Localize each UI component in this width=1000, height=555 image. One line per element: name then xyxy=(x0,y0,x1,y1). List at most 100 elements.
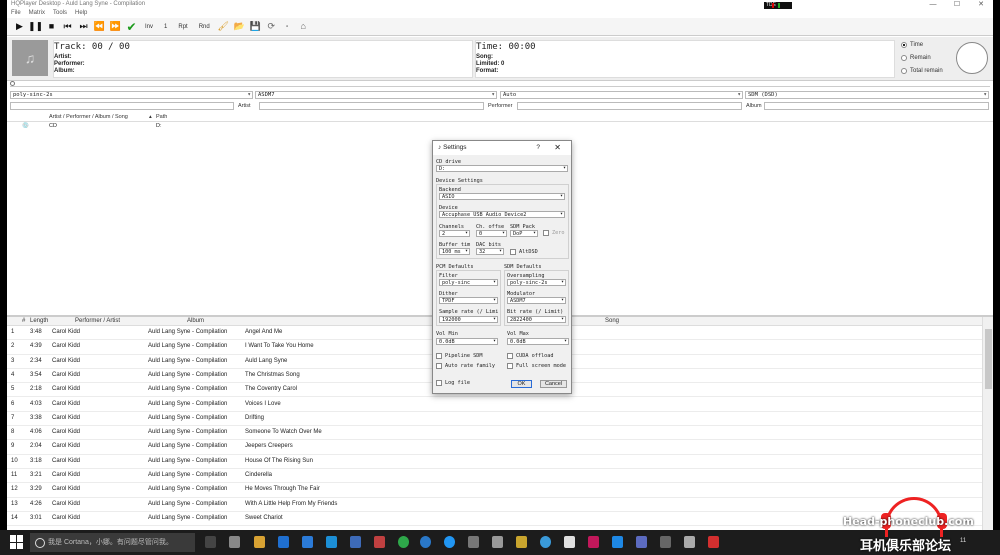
single-button[interactable]: 1 xyxy=(160,20,171,33)
dither-select[interactable]: TPDF xyxy=(439,297,498,304)
device-select[interactable]: Accuphase USB Audio Device2 xyxy=(439,211,565,218)
app-icon[interactable] xyxy=(374,536,385,548)
log-file-checkbox[interactable]: Log file xyxy=(436,380,470,386)
filter-select[interactable]: poly-sinc xyxy=(439,279,498,286)
search-input[interactable] xyxy=(10,102,234,110)
menu-help[interactable]: Help xyxy=(75,9,87,18)
library-row[interactable]: 💿 CD D: xyxy=(7,122,993,131)
library-col-path[interactable]: Path xyxy=(156,114,167,120)
col-song[interactable]: Song xyxy=(605,318,619,324)
app-icon[interactable] xyxy=(684,536,695,548)
sample-rate-select[interactable]: 192000 xyxy=(439,316,498,323)
zero-checkbox[interactable]: Zero xyxy=(543,230,565,236)
rate-dropdown[interactable]: Auto xyxy=(500,91,743,99)
table-row[interactable]: 11 3:21 Carol Kidd Auld Lang Syne - Compila… xyxy=(7,469,982,484)
channels-spinner[interactable]: 2 xyxy=(439,230,470,237)
next-icon[interactable]: ⏭ xyxy=(77,20,90,33)
menu-file[interactable]: File xyxy=(11,9,21,18)
maximize-button[interactable]: ☐ xyxy=(945,0,969,9)
app-icon[interactable] xyxy=(516,536,527,548)
app-icon[interactable] xyxy=(564,536,575,548)
invert-button[interactable]: Inv xyxy=(141,20,157,33)
vol-min-spinner[interactable]: 0.0dB xyxy=(436,338,498,345)
brush-icon[interactable]: 🖌 xyxy=(217,20,230,33)
app-icon[interactable] xyxy=(660,536,671,548)
previous-icon[interactable]: ⏮ xyxy=(61,20,74,33)
artist-filter-input[interactable] xyxy=(259,102,484,110)
open-folder-icon[interactable]: 📂 xyxy=(233,20,246,33)
checkmark-icon[interactable]: ✔ xyxy=(125,20,138,33)
full-screen-checkbox[interactable]: Full screen mode xyxy=(507,363,566,369)
cuda-offload-checkbox[interactable]: CUDA offload xyxy=(507,353,553,359)
table-row[interactable]: 10 3:18 Carol Kidd Auld Lang Syne - Compila… xyxy=(7,455,982,469)
app-icon[interactable] xyxy=(636,536,647,548)
minimize-button[interactable]: — xyxy=(921,0,945,9)
col-length[interactable]: Length xyxy=(30,318,48,324)
cd-drive-icon[interactable]: ⌂ xyxy=(297,20,310,33)
task-view-icon[interactable] xyxy=(205,536,216,548)
app-icon[interactable] xyxy=(444,536,455,548)
time-mode-time[interactable]: Time xyxy=(901,42,923,48)
app-icon[interactable] xyxy=(326,536,337,548)
app-icon[interactable] xyxy=(612,536,623,548)
auto-rate-family-checkbox[interactable]: Auto rate family xyxy=(436,363,495,369)
app-icon[interactable] xyxy=(350,536,361,548)
volume-knob[interactable] xyxy=(956,42,988,74)
altdsd-checkbox[interactable]: AltDSD xyxy=(510,249,538,255)
time-mode-remain[interactable]: Remain xyxy=(901,55,931,61)
refresh-icon[interactable]: ⟳ xyxy=(265,20,278,33)
col-performer[interactable]: Performer / Artist xyxy=(75,318,120,324)
album-filter-input[interactable] xyxy=(764,102,989,110)
windows-start-icon[interactable] xyxy=(10,535,24,549)
performer-filter-input[interactable] xyxy=(517,102,742,110)
edge-icon[interactable] xyxy=(278,536,289,548)
save-icon[interactable]: 💾 xyxy=(249,20,262,33)
mode-dropdown[interactable]: SDM (DSD) xyxy=(745,91,989,99)
col-number[interactable]: # xyxy=(22,318,25,324)
stop-icon[interactable]: ■ xyxy=(45,20,58,33)
pause-icon[interactable]: ❚❚ xyxy=(28,20,43,33)
app-icon[interactable] xyxy=(588,536,599,548)
rewind-icon[interactable]: ⏪ xyxy=(93,20,106,33)
close-window-button[interactable]: ✕ xyxy=(969,0,993,9)
store-icon[interactable] xyxy=(302,536,313,548)
time-mode-total-remain[interactable]: Total remain xyxy=(901,68,943,74)
menu-tools[interactable]: Tools xyxy=(53,9,67,18)
repeat-button[interactable]: Rpt xyxy=(174,20,191,33)
table-row[interactable]: 12 3:29 Carol Kidd Auld Lang Syne - Compila… xyxy=(7,483,982,498)
table-row[interactable]: 6 4:03 Carol Kidd Auld Lang Syne - Compilat… xyxy=(7,398,982,412)
seek-handle[interactable] xyxy=(10,81,15,86)
pipeline-sdm-checkbox[interactable]: Pipeline SDM xyxy=(436,353,482,359)
table-row[interactable]: 7 3:38 Carol Kidd Auld Lang Syne - Compilat… xyxy=(7,412,982,427)
seek-slider[interactable] xyxy=(10,81,990,87)
cortana-search-box[interactable]: 我是 Cortana，小娜。有问题尽管问我。 xyxy=(30,533,195,552)
buffer-time-spinner[interactable]: 100 ms xyxy=(439,248,470,255)
col-album[interactable]: Album xyxy=(187,318,204,324)
ch-offset-spinner[interactable]: 0 xyxy=(476,230,507,237)
oversampling-select[interactable]: poly-sinc-2s xyxy=(507,279,566,286)
library-col-artist[interactable]: Artist / Performer / Album / Song xyxy=(49,114,128,120)
help-button[interactable]: ? xyxy=(536,141,540,155)
app-icon[interactable] xyxy=(420,536,431,548)
app-icon[interactable] xyxy=(468,536,479,548)
play-icon[interactable]: ▶ xyxy=(13,20,26,33)
menu-matrix[interactable]: Matrix xyxy=(29,9,45,18)
app-icon[interactable] xyxy=(708,536,719,548)
bit-rate-select[interactable]: 2822400 xyxy=(507,316,566,323)
app-icon[interactable] xyxy=(229,536,240,548)
scrollbar-thumb[interactable] xyxy=(985,329,992,389)
app-icon[interactable] xyxy=(398,536,409,548)
sdm-pack-select[interactable]: DoP xyxy=(510,230,538,237)
cd-drive-select[interactable]: D: xyxy=(436,165,568,172)
app-icon[interactable] xyxy=(540,536,551,548)
forward-icon[interactable]: ⏩ xyxy=(109,20,122,33)
cancel-button[interactable]: Cancel xyxy=(540,380,567,388)
random-button[interactable]: Rnd xyxy=(195,20,214,33)
modulator-dropdown[interactable]: ASDM7 xyxy=(255,91,497,99)
ok-button[interactable]: OK xyxy=(511,380,532,388)
table-row[interactable]: 9 2:04 Carol Kidd Auld Lang Syne - Compilat… xyxy=(7,440,982,455)
track-scrollbar[interactable] xyxy=(982,317,993,530)
table-row[interactable]: 14 3:01 Carol Kidd Auld Lang Syne - Compila… xyxy=(7,512,982,527)
table-row[interactable]: 13 4:26 Carol Kidd Auld Lang Syne - Compila… xyxy=(7,498,982,512)
table-row[interactable]: 8 4:06 Carol Kidd Auld Lang Syne - Compilat… xyxy=(7,426,982,441)
